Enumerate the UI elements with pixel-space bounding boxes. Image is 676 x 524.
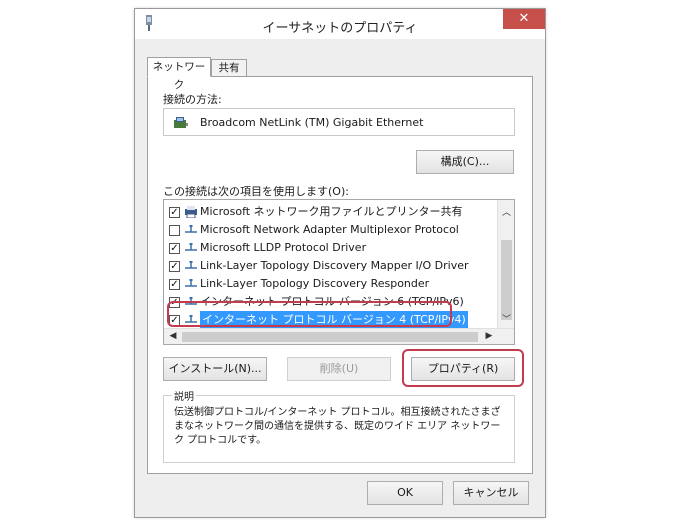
protocol-icon	[185, 279, 197, 287]
scroll-up-icon[interactable]: ︿	[498, 205, 514, 218]
ok-button[interactable]: OK	[367, 481, 443, 505]
close-icon: ✕	[518, 11, 530, 26]
scroll-right-icon[interactable]: ▶	[484, 331, 494, 341]
list-item[interactable]: ✓ Link-Layer Topology Discovery Responde…	[169, 275, 499, 293]
connect-using-label: 接続の方法:	[163, 93, 222, 106]
install-button[interactable]: インストール(N)...	[163, 357, 267, 381]
item-label: Link-Layer Topology Discovery Mapper I/O…	[200, 259, 469, 272]
tab-sharing-label: 共有	[218, 62, 240, 74]
network-card-icon	[174, 117, 188, 128]
item-checkbox[interactable]: ✓	[169, 242, 180, 254]
protocol-icon	[185, 261, 197, 269]
item-checkbox[interactable]: ✓	[169, 206, 180, 218]
list-item[interactable]: Microsoft Network Adapter Multiplexor Pr…	[169, 221, 499, 239]
horizontal-scroll-thumb[interactable]	[182, 332, 478, 342]
properties-highlight-annotation	[402, 349, 524, 387]
tab-sharing[interactable]: 共有	[211, 59, 247, 77]
description-text: 伝送制御プロトコル/インターネット プロトコル。相互接続されたさまざまなネットワ…	[174, 407, 501, 446]
vertical-scroll-thumb[interactable]	[501, 240, 512, 320]
items-label: この接続は次の項目を使用します(O):	[163, 185, 349, 198]
window-title: イーサネットのプロパティ	[262, 21, 418, 36]
item-checkbox[interactable]: ✓	[169, 260, 180, 272]
item-label: Link-Layer Topology Discovery Responder	[200, 277, 430, 290]
item-label: Microsoft ネットワーク用ファイルとプリンター共有	[200, 205, 463, 218]
list-item[interactable]: ✓ Link-Layer Topology Discovery Mapper I…	[169, 257, 499, 275]
uninstall-button[interactable]: 削除(U)	[287, 357, 391, 381]
item-checkbox[interactable]: ✓	[169, 278, 180, 290]
tab-network[interactable]: ネットワーク	[147, 57, 211, 91]
horizontal-scrollbar[interactable]: ◀ ▶	[164, 328, 514, 344]
configure-button[interactable]: 構成(C)...	[416, 150, 514, 174]
protocol-icon	[185, 225, 197, 233]
scroll-down-icon[interactable]: ﹀	[498, 312, 514, 325]
cancel-button[interactable]: キャンセル	[453, 481, 529, 505]
printer-share-icon	[185, 206, 197, 218]
description-title: 説明	[172, 388, 196, 403]
protocol-icon	[185, 243, 197, 251]
adapter-field: Broadcom NetLink (TM) Gigabit Ethernet	[163, 108, 515, 136]
adapter-name: Broadcom NetLink (TM) Gigabit Ethernet	[200, 116, 424, 129]
scroll-left-icon[interactable]: ◀	[168, 331, 178, 341]
properties-dialog: イーサネットのプロパティ ✕ ネットワーク 共有 接続の方法: Broadcom…	[134, 8, 546, 518]
network-tab-panel: 接続の方法: Broadcom NetLink (TM) Gigabit Eth…	[147, 76, 533, 474]
list-item[interactable]: ✓ Microsoft ネットワーク用ファイルとプリンター共有	[169, 203, 499, 221]
list-item[interactable]: ✓ Microsoft LLDP Protocol Driver	[169, 239, 499, 257]
vertical-scrollbar[interactable]: ︿ ﹀	[497, 200, 514, 328]
title-bar[interactable]: イーサネットのプロパティ ✕	[135, 9, 545, 39]
item-checkbox[interactable]	[169, 224, 180, 236]
description-group: 説明 伝送制御プロトコル/インターネット プロトコル。相互接続されたさまざまなネ…	[163, 388, 515, 463]
item-label: Microsoft Network Adapter Multiplexor Pr…	[200, 223, 459, 236]
ipv4-highlight-annotation	[167, 301, 452, 327]
close-button[interactable]: ✕	[503, 9, 545, 29]
item-label: Microsoft LLDP Protocol Driver	[200, 241, 367, 254]
